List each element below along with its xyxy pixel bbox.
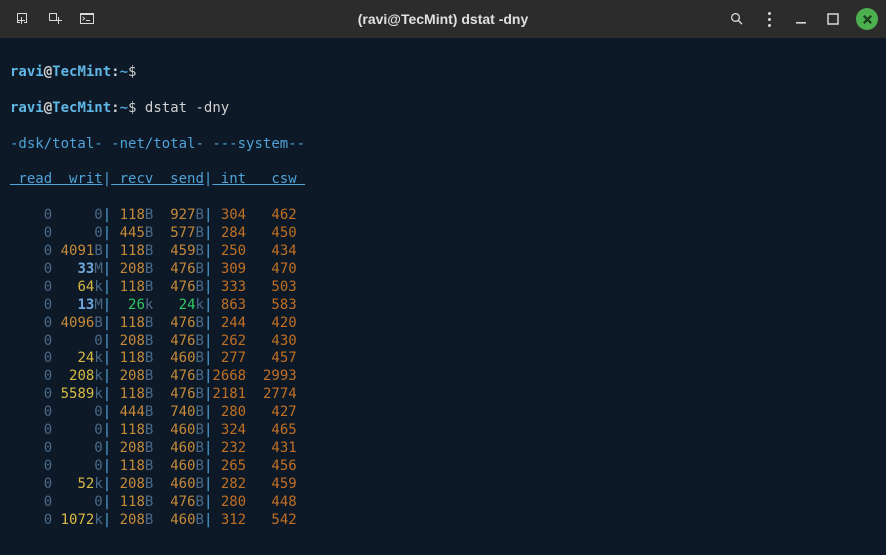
- group-system: ---system--: [212, 136, 305, 152]
- table-row: 0 13M| 26k 24k| 863 583: [10, 297, 876, 315]
- col-recv: recv: [111, 171, 153, 187]
- col-writ: writ: [52, 171, 103, 187]
- search-icon[interactable]: [728, 10, 746, 28]
- column-header-row: read writ| recv send| int csw: [10, 171, 876, 189]
- col-csw: csw: [246, 171, 305, 187]
- new-tab-icon[interactable]: [14, 10, 32, 28]
- table-row: 0 0| 118B 476B| 280 448: [10, 494, 876, 512]
- table-row: 0 52k| 208B 460B| 282 459: [10, 476, 876, 494]
- group-dsk: -dsk/total-: [10, 136, 103, 152]
- prompt-symbol: $: [128, 64, 136, 80]
- prompt-host: TecMint: [52, 64, 111, 80]
- window-titlebar: (ravi@TecMint) dstat -dny: [0, 0, 886, 38]
- prompt-path: ~: [120, 64, 128, 80]
- table-row: 0 4096B| 118B 476B| 244 420: [10, 315, 876, 333]
- pipe-1: |: [103, 171, 111, 187]
- table-row: 0 0| 118B 460B| 324 465: [10, 422, 876, 440]
- table-row: 0 64k| 118B 476B| 333 503: [10, 279, 876, 297]
- col-read: read: [10, 171, 52, 187]
- group-net: -net/total-: [111, 136, 204, 152]
- data-rows: 0 0| 118B 927B| 304 462 0 0| 445B 577B| …: [10, 207, 876, 529]
- table-row: 0 1072k| 208B 460B| 312 542: [10, 512, 876, 530]
- maximize-icon[interactable]: [824, 10, 842, 28]
- table-row: 0 0| 208B 476B| 262 430: [10, 333, 876, 351]
- table-row: 0 0| 118B 927B| 304 462: [10, 207, 876, 225]
- col-int: int: [212, 171, 246, 187]
- group-header-row: -dsk/total- -net/total- ---system--: [10, 136, 876, 154]
- terminal-body[interactable]: ravi@TecMint:~$ ravi@TecMint:~$ dstat -d…: [0, 38, 886, 555]
- table-row: 0 0| 118B 460B| 265 456: [10, 458, 876, 476]
- table-row: 0 0| 444B 740B| 280 427: [10, 404, 876, 422]
- terminal-icon[interactable]: [78, 10, 96, 28]
- prompt-line-command: ravi@TecMint:~$ dstat -dny: [10, 100, 876, 118]
- menu-icon[interactable]: [760, 10, 778, 28]
- col-send: send: [153, 171, 204, 187]
- prompt-line-empty: ravi@TecMint:~$: [10, 64, 876, 82]
- minimize-icon[interactable]: [792, 10, 810, 28]
- close-icon[interactable]: [856, 8, 878, 30]
- prompt-user: ravi: [10, 64, 44, 80]
- titlebar-left-controls: [8, 10, 96, 28]
- titlebar-right-controls: [728, 8, 878, 30]
- table-row: 0 33M| 208B 476B| 309 470: [10, 261, 876, 279]
- table-row: 0 0| 208B 460B| 232 431: [10, 440, 876, 458]
- table-row: 0 5589k| 118B 476B|2181 2774: [10, 386, 876, 404]
- new-window-icon[interactable]: [46, 10, 64, 28]
- table-row: 0 4091B| 118B 459B| 250 434: [10, 243, 876, 261]
- command-text: dstat -dny: [145, 100, 229, 116]
- table-row: 0 24k| 118B 460B| 277 457: [10, 350, 876, 368]
- table-row: 0 0| 445B 577B| 284 450: [10, 225, 876, 243]
- table-row: 0 208k| 208B 476B|2668 2993: [10, 368, 876, 386]
